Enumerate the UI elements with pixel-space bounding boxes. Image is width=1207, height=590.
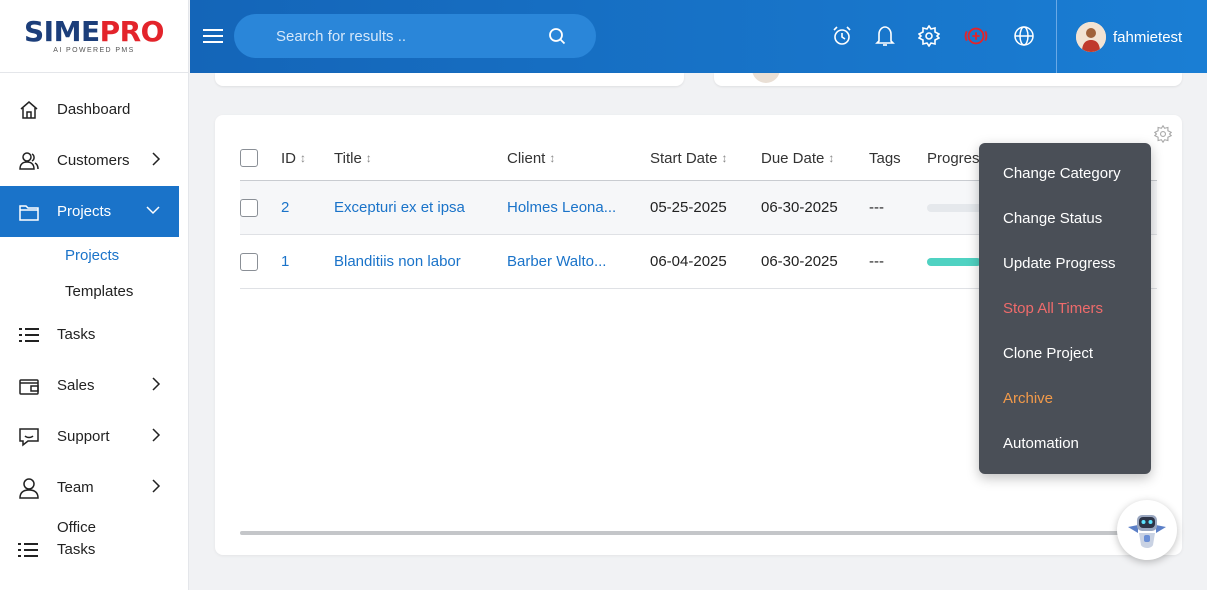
user-menu[interactable]: fahmietest xyxy=(1076,22,1182,52)
column-header-due-date[interactable]: Due Date ↕ xyxy=(761,145,834,171)
add-timer-icon[interactable] xyxy=(963,23,989,49)
sidebar-item-label: Projects xyxy=(57,203,112,220)
row-progress-bar xyxy=(927,258,987,266)
row-client-link[interactable]: Holmes Leona... xyxy=(507,181,642,234)
column-header-progress: Progress xyxy=(927,149,979,167)
robot-icon xyxy=(1128,515,1166,548)
sort-icon: ↕ xyxy=(549,151,556,165)
row-title-link[interactable]: Excepturi ex et ipsa xyxy=(334,181,499,234)
row-due-date: 06-30-2025 xyxy=(761,199,838,216)
sidebar-item-team[interactable]: Team xyxy=(0,462,189,513)
sort-icon: ↕ xyxy=(828,151,835,165)
sidebar-item-office-tasks[interactable]: Office Tasks xyxy=(0,513,189,573)
horizontal-scrollbar[interactable] xyxy=(240,531,1157,535)
column-header-id[interactable]: ID ↕ xyxy=(281,145,306,171)
avatar xyxy=(752,73,780,83)
header-divider xyxy=(1056,0,1057,73)
row-due-date: 06-30-2025 xyxy=(761,253,838,270)
progress-fill xyxy=(927,258,981,266)
bulk-actions-dropdown: Change Category Change Status Update Pro… xyxy=(979,143,1151,474)
home-icon xyxy=(18,99,40,121)
sidebar-item-tasks[interactable]: Tasks xyxy=(0,309,189,360)
avatar xyxy=(1076,22,1106,52)
sidebar-item-label: Tasks xyxy=(57,326,96,343)
row-tags: --- xyxy=(869,253,884,270)
row-id[interactable]: 1 xyxy=(281,235,289,288)
sidebar-nav: Dashboard Customers Projects Projects Te… xyxy=(0,84,189,573)
search-input[interactable] xyxy=(276,27,526,45)
brand-name-part1: SIME xyxy=(24,15,100,48)
summary-card-left xyxy=(215,73,684,86)
top-header: fahmietest xyxy=(190,0,1207,73)
list-icon xyxy=(18,542,40,558)
globe-icon[interactable] xyxy=(1011,23,1037,49)
column-header-title[interactable]: Title ↕ xyxy=(334,145,372,171)
chevron-right-icon xyxy=(152,152,161,166)
sort-icon: ↕ xyxy=(365,151,372,165)
wallet-icon xyxy=(18,375,40,397)
sidebar-item-customers[interactable]: Customers xyxy=(0,135,189,186)
chat-support-icon xyxy=(18,426,40,448)
users-icon xyxy=(18,150,40,172)
row-progress-bar xyxy=(927,204,987,212)
menu-item-change-category[interactable]: Change Category xyxy=(979,151,1151,196)
sidebar-item-sales[interactable]: Sales xyxy=(0,360,189,411)
brand-name-part2: PRO xyxy=(99,15,165,48)
list-icon xyxy=(18,324,40,346)
folder-icon xyxy=(18,201,40,223)
row-start-date: 06-04-2025 xyxy=(650,253,727,270)
username: fahmietest xyxy=(1113,28,1183,46)
row-checkbox[interactable] xyxy=(240,252,258,271)
summary-card-right xyxy=(714,73,1182,86)
row-start-date: 05-25-2025 xyxy=(650,199,727,216)
hamburger-menu-icon[interactable] xyxy=(202,25,224,47)
sidebar-item-projects[interactable]: Projects xyxy=(0,186,179,237)
sidebar-item-label: Support xyxy=(57,428,110,445)
column-header-tags: Tags xyxy=(869,149,901,167)
table-settings-gear-icon[interactable] xyxy=(1154,125,1172,143)
column-header-client[interactable]: Client ↕ xyxy=(507,145,555,171)
chevron-right-icon xyxy=(152,428,161,442)
row-title-link[interactable]: Blanditiis non labor xyxy=(334,235,499,288)
ai-assistant-button[interactable] xyxy=(1117,500,1177,560)
user-icon xyxy=(18,477,40,499)
sidebar-item-label: Sales xyxy=(57,377,95,394)
search-icon[interactable] xyxy=(548,27,566,45)
chevron-right-icon xyxy=(152,479,161,493)
row-tags: --- xyxy=(869,199,884,216)
bell-icon[interactable] xyxy=(872,23,898,49)
row-id[interactable]: 2 xyxy=(281,181,289,234)
chevron-down-icon xyxy=(146,206,160,215)
chevron-right-icon xyxy=(152,377,161,391)
alarm-clock-icon[interactable] xyxy=(829,23,855,49)
brand-tagline: AI POWERED PMS xyxy=(53,47,135,54)
brand-logo[interactable]: SIMEPRO AI POWERED PMS xyxy=(0,0,188,73)
sidebar-item-support[interactable]: Support xyxy=(0,411,189,462)
menu-item-change-status[interactable]: Change Status xyxy=(979,196,1151,241)
menu-item-update-progress[interactable]: Update Progress xyxy=(979,241,1151,286)
menu-item-automation[interactable]: Automation xyxy=(979,421,1151,466)
search-bar xyxy=(234,14,596,58)
sort-icon: ↕ xyxy=(721,151,728,165)
sidebar-item-label: Team xyxy=(57,479,94,496)
sidebar-subitem-projects[interactable]: Projects xyxy=(0,237,189,273)
select-all-checkbox[interactable] xyxy=(240,149,258,167)
sort-icon: ↕ xyxy=(300,151,306,165)
gear-icon[interactable] xyxy=(916,23,942,49)
sidebar-item-label: Office Tasks xyxy=(57,519,96,558)
sidebar-item-label: Dashboard xyxy=(57,101,131,118)
menu-item-stop-all-timers[interactable]: Stop All Timers xyxy=(979,286,1151,331)
sidebar-subitem-templates[interactable]: Templates xyxy=(0,273,189,309)
sidebar: SIMEPRO AI POWERED PMS Dashboard Custome… xyxy=(0,0,189,590)
column-header-start-date[interactable]: Start Date ↕ xyxy=(650,145,728,171)
menu-item-clone-project[interactable]: Clone Project xyxy=(979,331,1151,376)
row-checkbox[interactable] xyxy=(240,198,258,217)
menu-item-archive[interactable]: Archive xyxy=(979,376,1151,421)
sidebar-item-label: Customers xyxy=(57,152,130,169)
sidebar-item-dashboard[interactable]: Dashboard xyxy=(0,84,189,135)
row-client-link[interactable]: Barber Walto... xyxy=(507,235,642,288)
